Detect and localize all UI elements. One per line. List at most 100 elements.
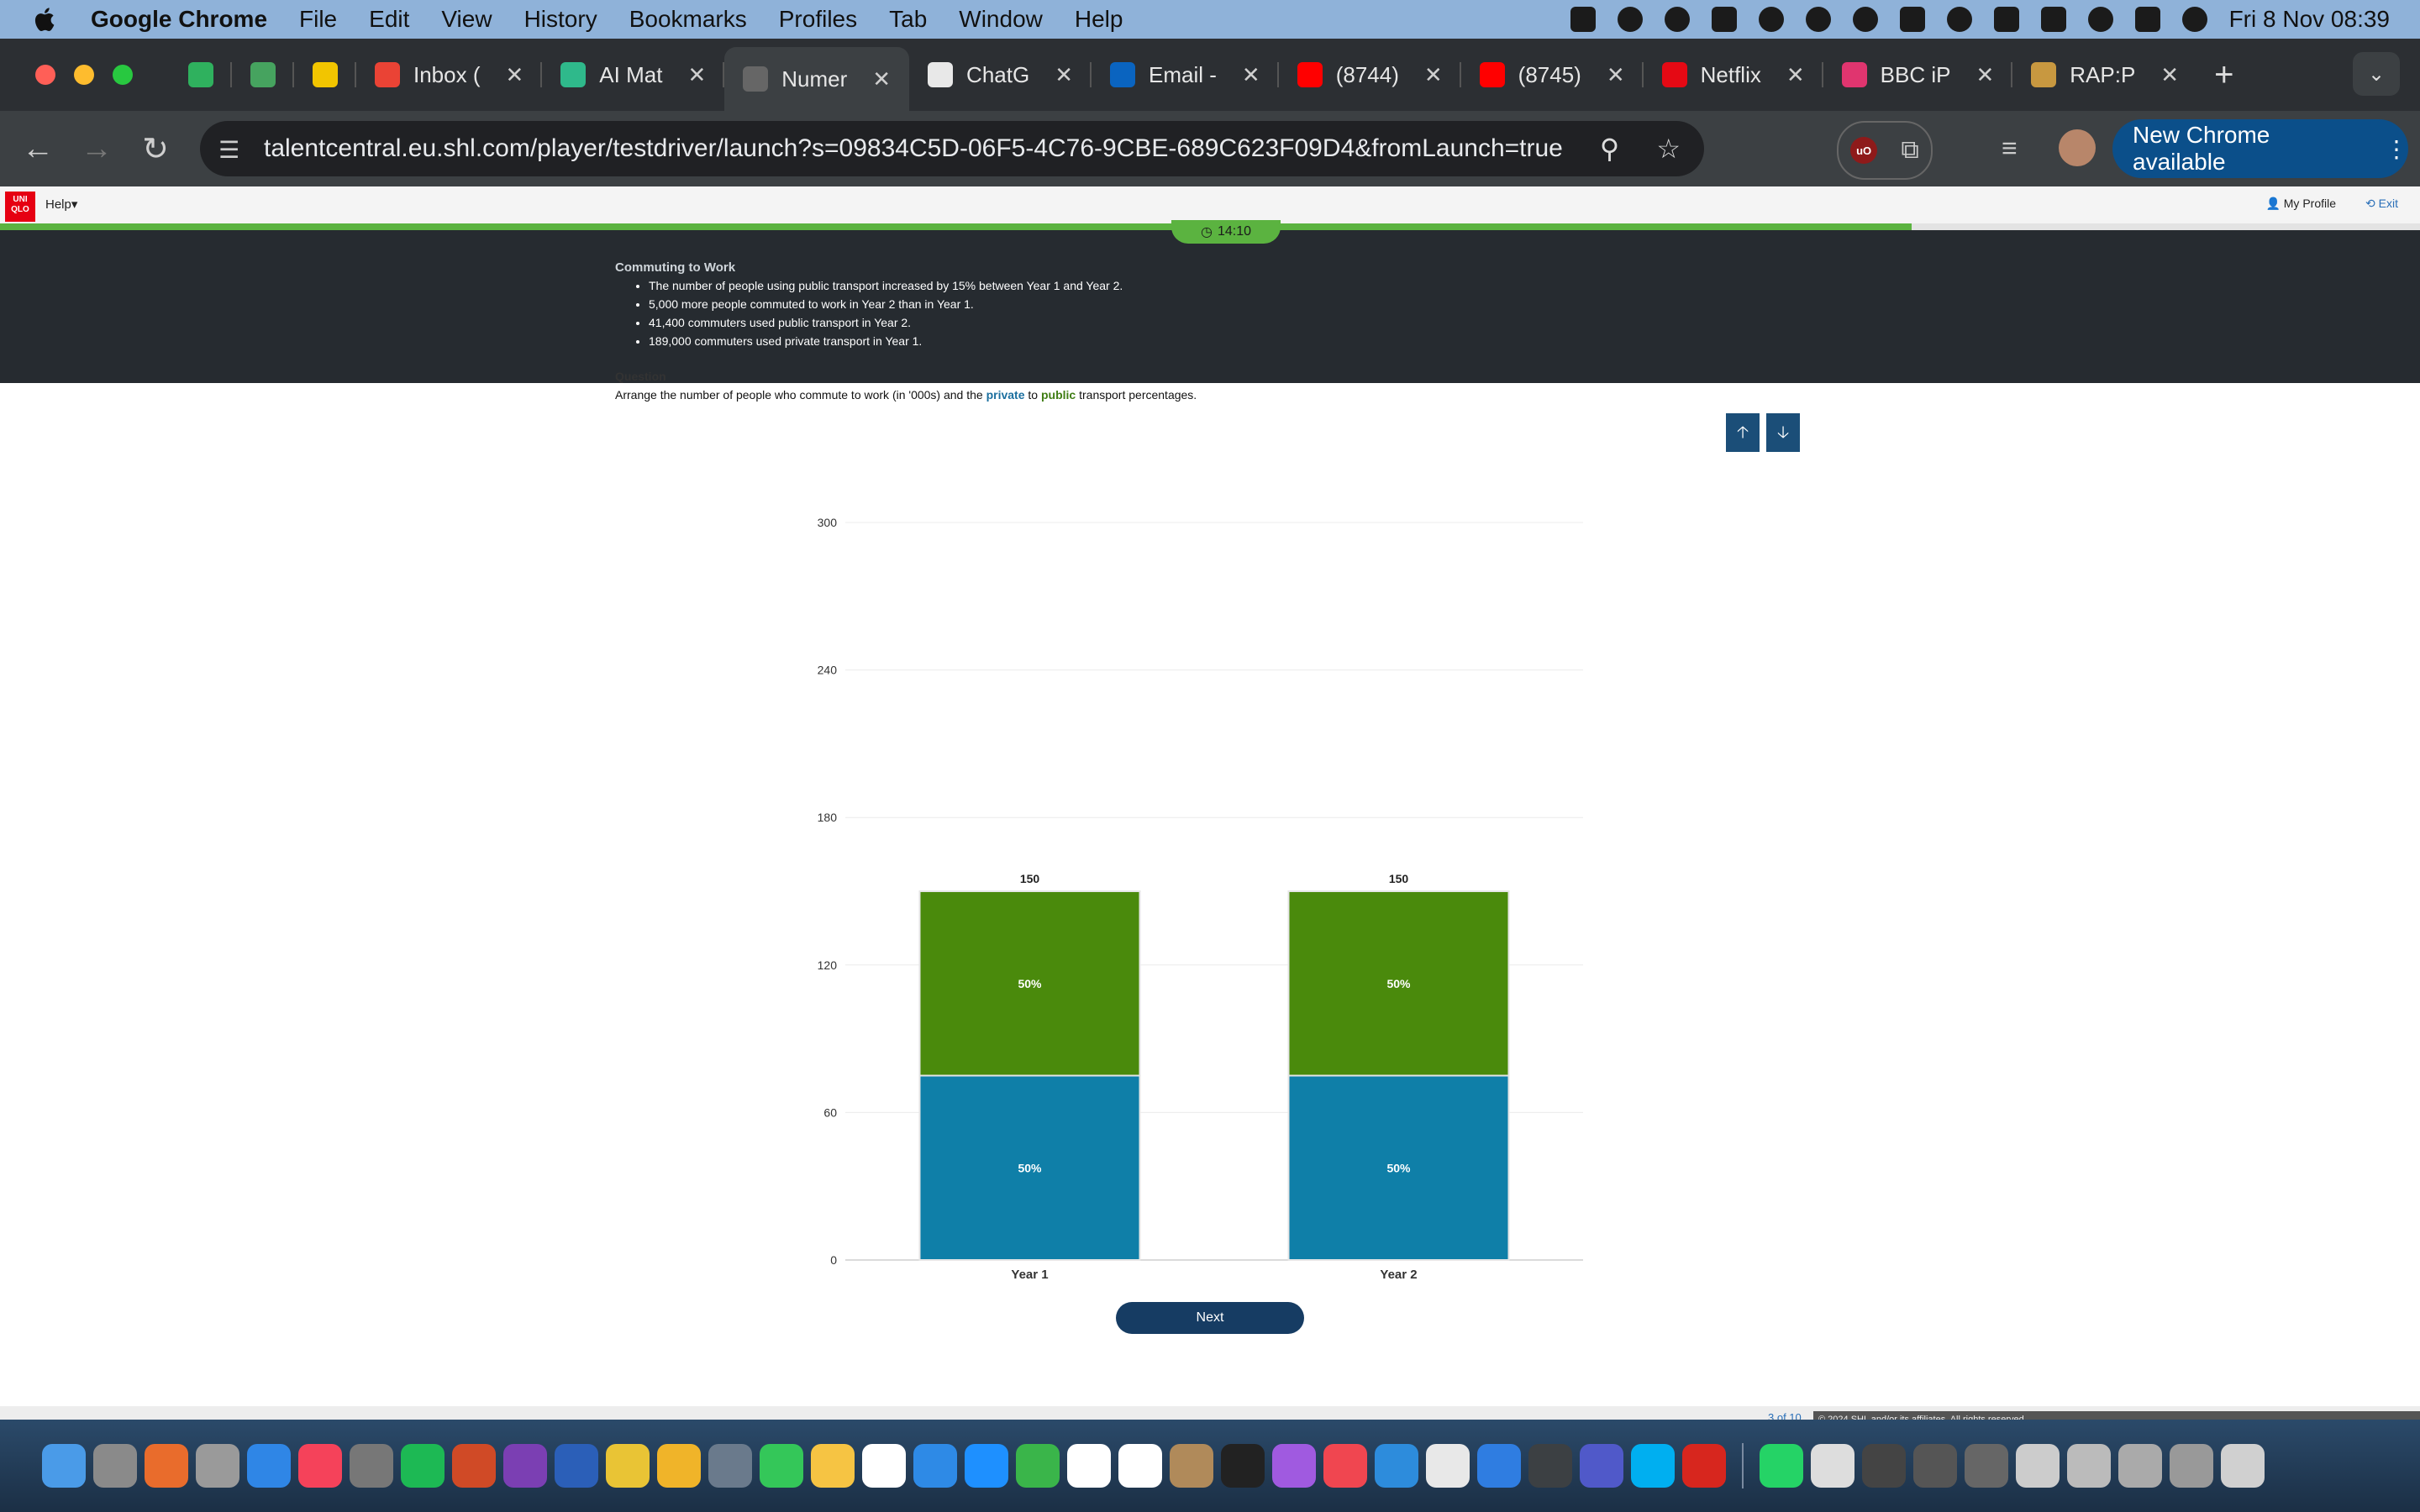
dock-app-icon[interactable]	[913, 1444, 957, 1488]
menu-history[interactable]: History	[524, 6, 597, 33]
play-icon[interactable]	[1805, 7, 1831, 32]
battery-icon[interactable]	[2040, 7, 2066, 32]
dock-app-icon[interactable]	[1760, 1444, 1803, 1488]
ublock-icon[interactable]: uO	[1850, 137, 1878, 164]
tab-chatgpt[interactable]: ChatG ✕	[909, 49, 1092, 101]
dock-app-icon[interactable]	[1375, 1444, 1418, 1488]
exit-link[interactable]: ⟲ Exit	[2365, 197, 2398, 211]
forward-icon[interactable]: →	[67, 131, 126, 167]
tab-pinned-1[interactable]	[170, 49, 232, 101]
dock-app-icon[interactable]	[1682, 1444, 1726, 1488]
move-up-button[interactable]: 🡡	[1726, 413, 1760, 452]
menu-edit[interactable]: Edit	[369, 6, 409, 33]
dock-app-icon[interactable]	[1631, 1444, 1675, 1488]
profile-avatar[interactable]	[2059, 129, 2096, 166]
tab-ai-maths[interactable]: AI Mat ✕	[542, 49, 725, 101]
moon-icon[interactable]	[1758, 7, 1784, 32]
dock-app-icon[interactable]	[1272, 1444, 1316, 1488]
skype-icon[interactable]	[1664, 7, 1690, 32]
dock-app-icon[interactable]	[2067, 1444, 2111, 1488]
menu-app-name[interactable]: Google Chrome	[91, 6, 267, 33]
dock-app-icon[interactable]	[862, 1444, 906, 1488]
dock-app-icon[interactable]	[1862, 1444, 1906, 1488]
tab-close-icon[interactable]: ✕	[506, 62, 524, 88]
maximize-window-button[interactable]	[113, 65, 133, 85]
tab-close-icon[interactable]: ✕	[1055, 62, 1073, 88]
dock-app-icon[interactable]	[2221, 1444, 2265, 1488]
dock-app-icon[interactable]	[1811, 1444, 1854, 1488]
dock-app-icon[interactable]	[1528, 1444, 1572, 1488]
zoom-icon[interactable]: ⚲	[1600, 133, 1619, 165]
tab-search-button[interactable]: ⌄	[2353, 52, 2400, 96]
dock-app-icon[interactable]	[1323, 1444, 1367, 1488]
dock-app-icon[interactable]	[1477, 1444, 1521, 1488]
dock-app-icon[interactable]	[503, 1444, 547, 1488]
dock-app-icon[interactable]	[1965, 1444, 2008, 1488]
dock-app-icon[interactable]	[1067, 1444, 1111, 1488]
tab-bbc-iplayer[interactable]: BBC iP ✕	[1823, 49, 2013, 101]
dock-app-icon[interactable]	[1118, 1444, 1162, 1488]
dock-app-icon[interactable]	[708, 1444, 752, 1488]
reload-icon[interactable]: ↻	[126, 130, 185, 168]
control-center-icon[interactable]	[2134, 7, 2160, 32]
menu-view[interactable]: View	[441, 6, 492, 33]
apple-icon[interactable]	[30, 4, 60, 34]
dock-app-icon[interactable]	[657, 1444, 701, 1488]
dock-app-icon[interactable]	[145, 1444, 188, 1488]
dock-app-icon[interactable]	[606, 1444, 650, 1488]
dock-app-icon[interactable]	[247, 1444, 291, 1488]
address-bar[interactable]: ☰ talentcentral.eu.shl.com/player/testdr…	[200, 121, 1704, 176]
dock-app-icon[interactable]	[1426, 1444, 1470, 1488]
focus-app-icon[interactable]	[1711, 7, 1737, 32]
dock-app-icon[interactable]	[401, 1444, 445, 1488]
memory-icon[interactable]	[1899, 7, 1925, 32]
dock-app-icon[interactable]	[555, 1444, 598, 1488]
help-menu[interactable]: Help▾	[45, 197, 77, 212]
dock-app-icon[interactable]	[93, 1444, 137, 1488]
site-settings-icon[interactable]: ☰	[218, 136, 244, 163]
clock-text[interactable]: Fri 8 Nov 08:39	[2229, 6, 2390, 33]
dock-app-icon[interactable]	[298, 1444, 342, 1488]
minimize-window-button[interactable]	[74, 65, 94, 85]
dock-app-icon[interactable]	[350, 1444, 393, 1488]
tab-close-icon[interactable]: ✕	[1786, 62, 1805, 88]
menu-help[interactable]: Help	[1075, 6, 1123, 33]
dock-app-icon[interactable]	[811, 1444, 855, 1488]
extensions-puzzle-icon[interactable]: ⧉	[1901, 136, 1918, 165]
menu-tab[interactable]: Tab	[889, 6, 927, 33]
dropbox-icon[interactable]	[1570, 7, 1596, 32]
tab-numerical-active[interactable]: Numer ✕	[724, 47, 910, 111]
menu-profiles[interactable]: Profiles	[779, 6, 857, 33]
new-chrome-available-button[interactable]: New Chrome available ⋮	[2112, 119, 2408, 178]
tab-rap[interactable]: RAP:P ✕	[2012, 49, 2197, 101]
tab-netflix[interactable]: Netflix ✕	[1644, 49, 1823, 101]
next-button[interactable]: Next	[1116, 1302, 1304, 1334]
dock-app-icon[interactable]	[452, 1444, 496, 1488]
dock-app-icon[interactable]	[760, 1444, 803, 1488]
my-profile-link[interactable]: 👤 My Profile	[2265, 197, 2336, 211]
close-window-button[interactable]	[35, 65, 55, 85]
tab-youtube-1[interactable]: (8744) ✕	[1279, 49, 1461, 101]
back-icon[interactable]: ←	[8, 131, 67, 167]
menu-window[interactable]: Window	[959, 6, 1043, 33]
wifi-icon[interactable]	[1946, 7, 1972, 32]
tab-pinned-2[interactable]	[232, 49, 294, 101]
tab-close-icon[interactable]: ✕	[872, 66, 891, 92]
tab-inbox[interactable]: Inbox (✕	[356, 49, 543, 101]
new-tab-button[interactable]: +	[2214, 56, 2233, 94]
dock-app-icon[interactable]	[1221, 1444, 1265, 1488]
url-text[interactable]: talentcentral.eu.shl.com/player/testdriv…	[264, 134, 1563, 163]
tab-close-icon[interactable]: ✕	[1424, 62, 1443, 88]
dots-icon[interactable]	[1993, 7, 2019, 32]
siri-icon[interactable]	[2181, 7, 2207, 32]
move-down-button[interactable]: 🡣	[1766, 413, 1800, 452]
tab-close-icon[interactable]: ✕	[687, 62, 706, 88]
dock-app-icon[interactable]	[2170, 1444, 2213, 1488]
tab-close-icon[interactable]: ✕	[1242, 62, 1260, 88]
media-controls-icon[interactable]: ≡	[2002, 133, 2018, 164]
tab-pinned-3[interactable]	[294, 49, 356, 101]
tab-close-icon[interactable]: ✕	[1607, 62, 1625, 88]
dock-app-icon[interactable]	[196, 1444, 239, 1488]
airdrop-icon[interactable]	[1852, 7, 1878, 32]
dock-app-icon[interactable]	[1913, 1444, 1957, 1488]
